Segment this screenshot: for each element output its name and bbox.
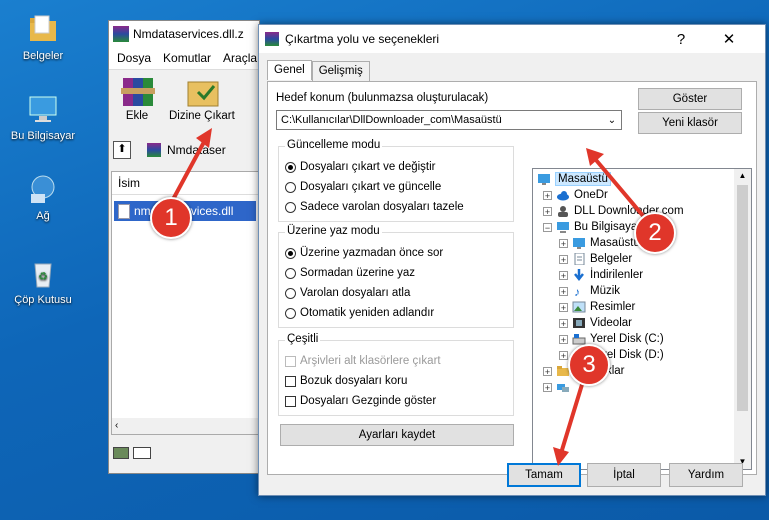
annotation-badge-3: 3 xyxy=(568,344,610,386)
annotation-badge-2: 2 xyxy=(634,212,676,254)
annotation-badge-1: 1 xyxy=(150,197,192,239)
annotation-arrows xyxy=(168,128,652,466)
